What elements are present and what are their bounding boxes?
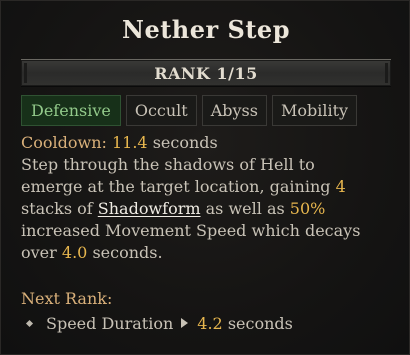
rank-bar: RANK 1/15 — [21, 59, 391, 87]
tag-abyss: Abyss — [201, 95, 267, 126]
tag-mobility: Mobility — [271, 95, 358, 126]
cooldown-value: 11.4 — [111, 133, 148, 152]
description-line-4: increased Movement Speed which decays — [21, 221, 361, 240]
description-line-3: stacks of Shadowform as well as 50% — [21, 198, 396, 220]
description-text: over — [21, 243, 57, 262]
skill-tags: Defensive Occult Abyss Mobility — [21, 95, 358, 126]
next-rank-label: Next Rank: — [21, 289, 113, 308]
description-text: seconds. — [92, 243, 163, 262]
description-text: emerge at the target location, gaining — [21, 177, 331, 196]
skill-title: Nether Step — [122, 15, 290, 44]
next-rank-stat-unit: seconds — [227, 313, 293, 333]
arrow-right-icon — [181, 318, 189, 328]
description-text: as well as — [205, 199, 285, 218]
rank-label: RANK 1/15 — [154, 64, 258, 83]
description-line-1: Step through the shadows of Hell to — [21, 155, 315, 174]
skill-body: Cooldown: 11.4 seconds Step through the … — [21, 132, 396, 264]
description-line-5: over 4.0 seconds. — [21, 242, 396, 264]
decay-duration-value: 4.0 — [61, 243, 88, 262]
cooldown-line: Cooldown: 11.4 seconds — [21, 132, 396, 154]
description-line-2: emerge at the target location, gaining 4 — [21, 176, 396, 198]
skill-tooltip: Nether Step RANK 1/15 Defensive Occult A… — [0, 0, 410, 355]
description-text: stacks of — [21, 199, 93, 218]
cooldown-unit: seconds — [152, 133, 218, 152]
bullet-diamond-icon — [25, 319, 34, 327]
next-rank-stat: Speed Duration 4.2 seconds — [25, 312, 293, 334]
tag-occult: Occult — [125, 95, 197, 126]
shadowform-keyword-link[interactable]: Shadowform — [98, 199, 201, 218]
cooldown-label: Cooldown: — [21, 133, 107, 152]
shadowform-stacks-value: 4 — [335, 177, 346, 196]
next-rank-stat-value: 4.2 — [197, 313, 223, 333]
tag-defensive: Defensive — [21, 95, 121, 126]
movement-speed-value: 50% — [289, 199, 326, 218]
next-rank-stat-label: Speed Duration — [46, 313, 174, 333]
